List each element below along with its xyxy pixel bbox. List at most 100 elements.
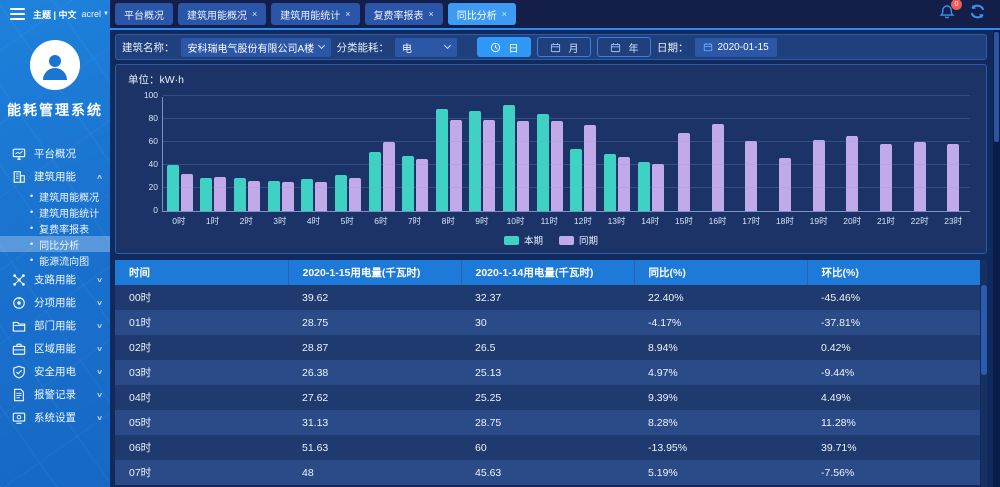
- bar-同期-19时[interactable]: [813, 140, 825, 211]
- bar-本期-1时[interactable]: [200, 178, 212, 211]
- sidebar-item-建筑用能[interactable]: 建筑用能∧: [0, 165, 110, 188]
- notifications-button[interactable]: 0: [939, 4, 955, 25]
- table-cell: 02时: [115, 335, 288, 360]
- table-row[interactable]: 04时27.6225.259.39%4.49%: [115, 385, 980, 410]
- bar-同期-16时[interactable]: [712, 124, 724, 211]
- bar-本期-9时[interactable]: [469, 111, 481, 211]
- bar-同期-15时[interactable]: [678, 133, 690, 211]
- bar-本期-12时[interactable]: [570, 149, 582, 211]
- hamburger-menu-icon[interactable]: [10, 5, 25, 23]
- bar-本期-5时[interactable]: [335, 175, 347, 211]
- sidebar-item-部门用能[interactable]: 部门用能∨: [0, 314, 110, 337]
- bar-同期-17时[interactable]: [745, 141, 757, 211]
- theme-language-switch[interactable]: 主题 | 中文: [33, 8, 77, 21]
- tab-close-icon[interactable]: ×: [502, 9, 507, 19]
- user-menu[interactable]: acrel: [82, 9, 102, 19]
- bar-本期-3时[interactable]: [268, 181, 280, 211]
- date-picker-value: 2020-01-15: [718, 42, 769, 53]
- sidebar-item-平台概况[interactable]: 平台概况: [0, 142, 110, 165]
- bar-同期-23时[interactable]: [947, 144, 959, 211]
- bar-同期-0时[interactable]: [181, 174, 193, 211]
- avatar: [30, 40, 80, 90]
- bar-本期-13时[interactable]: [604, 154, 616, 211]
- tab-建筑用能统计[interactable]: 建筑用能统计 ×: [271, 3, 359, 25]
- table-scrollbar[interactable]: [981, 260, 987, 487]
- bar-同期-20时[interactable]: [846, 136, 858, 211]
- table-row[interactable]: 07时4845.635.19%-7.56%: [115, 460, 980, 485]
- chevron-down-icon: ∨: [96, 345, 103, 353]
- bar-group-13时: [600, 97, 634, 211]
- settings-icon: [12, 411, 26, 425]
- window-scrollbar-thumb[interactable]: [994, 32, 999, 142]
- table-cell: 00时: [115, 285, 288, 310]
- sidebar-item-安全用电[interactable]: 安全用电∨: [0, 360, 110, 383]
- sidebar-subitem-建筑用能统计[interactable]: •建筑用能统计: [0, 204, 110, 220]
- table-row[interactable]: 06时51.6360-13.95%39.71%: [115, 435, 980, 460]
- tab-close-icon[interactable]: ×: [429, 9, 434, 19]
- bar-同期-2时[interactable]: [248, 181, 260, 211]
- table-row[interactable]: 03时26.3825.134.97%-9.44%: [115, 360, 980, 385]
- table-row[interactable]: 01时28.7530-4.17%-37.81%: [115, 310, 980, 335]
- bar-同期-13时[interactable]: [618, 157, 630, 211]
- granularity-day-button[interactable]: 日: [477, 37, 531, 57]
- bar-本期-0时[interactable]: [167, 165, 179, 211]
- table-row[interactable]: 02时28.8726.58.94%0.42%: [115, 335, 980, 360]
- sidebar-subitem-同比分析[interactable]: •同比分析: [0, 236, 110, 252]
- bullet-icon: •: [30, 191, 33, 201]
- bar-本期-11时[interactable]: [537, 114, 549, 211]
- tab-close-icon[interactable]: ×: [252, 9, 257, 19]
- target-icon: [12, 296, 26, 310]
- sidebar-item-报警记录[interactable]: 报警记录∨: [0, 383, 110, 406]
- sidebar-item-区域用能[interactable]: 区域用能∨: [0, 337, 110, 360]
- sidebar-item-分项用能[interactable]: 分项用能∨: [0, 291, 110, 314]
- bar-同期-1时[interactable]: [214, 177, 226, 212]
- bar-同期-8时[interactable]: [450, 120, 462, 211]
- tab-平台概况[interactable]: 平台概况: [115, 3, 173, 25]
- bar-同期-6时[interactable]: [383, 142, 395, 211]
- bar-同期-10时[interactable]: [517, 121, 529, 211]
- bar-同期-21时[interactable]: [880, 144, 892, 211]
- tab-close-icon[interactable]: ×: [345, 9, 350, 19]
- tab-label: 建筑用能统计: [280, 7, 340, 22]
- bar-本期-6时[interactable]: [369, 152, 381, 211]
- granularity-month-button[interactable]: 月: [537, 37, 591, 57]
- tab-label: 建筑用能概况: [187, 7, 247, 22]
- category-select[interactable]: 电: [395, 38, 457, 57]
- bar-本期-2时[interactable]: [234, 178, 246, 211]
- bar-同期-12时[interactable]: [584, 125, 596, 211]
- table-column-header: 环比(%): [807, 260, 980, 285]
- x-axis-tick-label: 6时: [364, 215, 398, 227]
- sidebar-item-系统设置[interactable]: 系统设置∨: [0, 406, 110, 429]
- sidebar-subitem-能源流向图[interactable]: •能源流向图: [0, 252, 110, 268]
- tab-同比分析[interactable]: 同比分析 ×: [448, 3, 516, 25]
- table-scrollbar-thumb[interactable]: [981, 285, 987, 375]
- bar-本期-8时[interactable]: [436, 109, 448, 211]
- date-picker[interactable]: 2020-01-15: [695, 38, 777, 57]
- bar-同期-9时[interactable]: [483, 120, 495, 211]
- legend-item-本期[interactable]: 本期: [504, 233, 543, 247]
- table-cell: 11.28%: [807, 410, 980, 435]
- sidebar-item-支路用能[interactable]: 支路用能∨: [0, 268, 110, 291]
- table-row[interactable]: 05时31.1328.758.28%11.28%: [115, 410, 980, 435]
- tab-建筑用能概况[interactable]: 建筑用能概况 ×: [178, 3, 266, 25]
- table-row[interactable]: 00时39.6232.3722.40%-45.46%: [115, 285, 980, 310]
- tab-label: 同比分析: [457, 7, 497, 22]
- bar-group-18时: [768, 97, 802, 211]
- tab-复费率报表[interactable]: 复费率报表×: [365, 3, 443, 25]
- legend-item-同期[interactable]: 同期: [559, 233, 598, 247]
- bar-同期-22时[interactable]: [914, 142, 926, 211]
- bar-同期-11时[interactable]: [551, 121, 563, 211]
- granularity-year-button[interactable]: 年: [597, 37, 651, 57]
- bar-本期-4时[interactable]: [301, 179, 313, 211]
- bar-同期-5时[interactable]: [349, 178, 361, 211]
- table-cell: 4.97%: [634, 360, 807, 385]
- bar-本期-10时[interactable]: [503, 105, 515, 211]
- window-scrollbar[interactable]: [993, 30, 1000, 487]
- sidebar-subitem-复费率报表[interactable]: •复费率报表: [0, 220, 110, 236]
- bar-同期-18时[interactable]: [779, 158, 791, 211]
- refresh-button[interactable]: [969, 3, 986, 25]
- table-cell: 06时: [115, 435, 288, 460]
- building-select[interactable]: 安科瑞电气股份有限公司A楼: [181, 38, 331, 57]
- sidebar-subitem-建筑用能概况[interactable]: •建筑用能概况: [0, 188, 110, 204]
- bar-同期-7时[interactable]: [416, 159, 428, 211]
